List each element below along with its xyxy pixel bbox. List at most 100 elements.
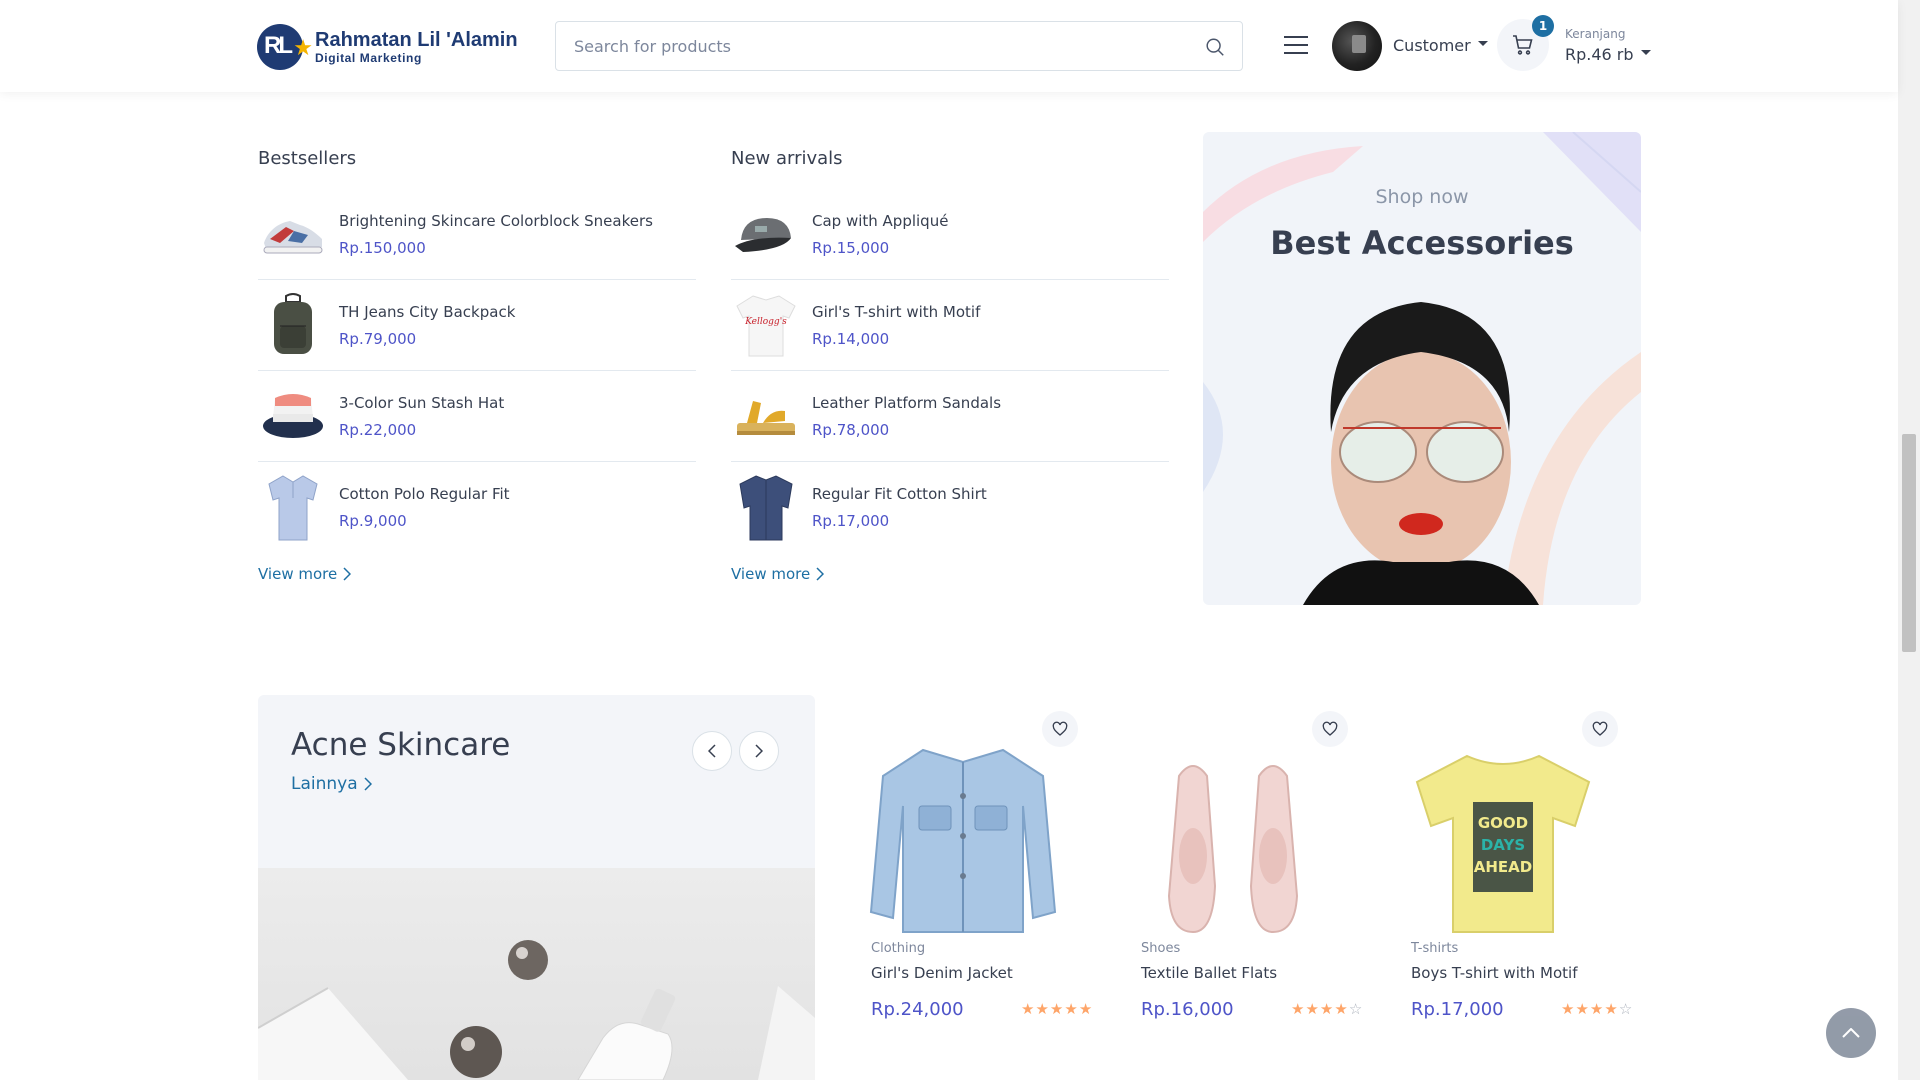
carousel-prev-button[interactable]: [692, 731, 732, 771]
heart-icon: [1322, 721, 1338, 736]
item-name[interactable]: Brightening Skincare Colorblock Sneakers: [339, 212, 653, 230]
svg-text:AHEAD: AHEAD: [1474, 858, 1532, 876]
star-icon: ★: [1561, 1000, 1576, 1018]
tshirt-thumbnail: Kellogg's: [731, 290, 801, 360]
category-title: Acne Skincare: [291, 727, 511, 763]
item-name[interactable]: TH Jeans City Backpack: [339, 303, 515, 321]
category-more-link[interactable]: Lainnya: [291, 774, 372, 794]
star-icon: ★: [1049, 1000, 1065, 1018]
item-price: Rp.78,000: [812, 420, 890, 439]
cart-count-badge: 1: [1532, 15, 1554, 37]
scrollbar-thumb[interactable]: [1902, 434, 1916, 652]
site-header: RL ★ Rahmatan Lil 'Alamin Digital Marketi…: [0, 0, 1898, 92]
cart-label: Keranjang: [1565, 27, 1626, 41]
list-item[interactable]: Cap with Appliqué Rp.15,000: [731, 189, 1169, 280]
promo-banner[interactable]: Shop now Best Accessories: [1203, 132, 1641, 605]
item-name[interactable]: Girl's T-shirt with Motif: [812, 303, 980, 321]
item-name[interactable]: Regular Fit Cotton Shirt: [812, 485, 987, 503]
user-menu-toggle[interactable]: Customer: [1393, 36, 1488, 55]
product-price: Rp.17,000: [1411, 999, 1504, 1020]
sneakers-thumbnail: [258, 199, 328, 269]
polo-shirt-thumbnail: [258, 473, 328, 543]
chevron-right-icon: [816, 567, 825, 581]
view-more-label: View more: [731, 565, 811, 583]
view-more-link[interactable]: View more: [731, 565, 1169, 583]
item-price: Rp.150,000: [339, 238, 426, 257]
promo-title: Best Accessories: [1270, 224, 1574, 262]
item-price: Rp.79,000: [339, 329, 417, 348]
chevron-right-icon: [343, 567, 352, 581]
item-name[interactable]: Leather Platform Sandals: [812, 394, 1001, 412]
list-item[interactable]: Regular Fit Cotton Shirt Rp.17,000: [731, 462, 1169, 553]
product-card[interactable]: GOOD DAYS AHEAD T-shirts Boys T-shirt with…: [1378, 708, 1632, 1020]
logo-mark-icon: RL ★: [257, 24, 313, 70]
carousel-next-button[interactable]: [739, 731, 779, 771]
item-price: Rp.22,000: [339, 420, 417, 439]
list-item[interactable]: Leather Platform Sandals Rp.78,000: [731, 371, 1169, 462]
product-category[interactable]: Shoes: [1141, 941, 1180, 956]
category-block: Acne Skincare Lainnya: [258, 695, 815, 1080]
star-icon: ★: [1305, 1000, 1320, 1018]
heart-icon: [1052, 721, 1068, 736]
product-category[interactable]: Clothing: [871, 941, 925, 956]
promo-subtitle: Shop now: [1375, 186, 1469, 208]
back-to-top-button[interactable]: [1826, 1008, 1876, 1058]
cart-icon: [1513, 35, 1533, 55]
cart-total-toggle[interactable]: Rp.46 rb: [1565, 45, 1651, 64]
star-icon: ★: [1078, 1000, 1094, 1018]
chevron-up-icon: [1842, 1028, 1860, 1038]
star-half-icon: ★: [1334, 1000, 1349, 1018]
star-icon: ★: [1319, 1000, 1335, 1018]
caret-down-icon: [1640, 50, 1651, 55]
product-price: Rp.16,000: [1141, 999, 1234, 1020]
hamburger-menu-icon[interactable]: [1283, 34, 1309, 56]
item-price: Rp.9,000: [339, 512, 407, 530]
user-avatar[interactable]: [1332, 21, 1382, 71]
product-rating: ★★★★☆: [1561, 1000, 1633, 1018]
product-category[interactable]: T-shirts: [1411, 941, 1458, 956]
list-item[interactable]: Cotton Polo Regular Fit Rp.9,000: [258, 462, 696, 553]
bestsellers-title: Bestsellers: [258, 148, 357, 169]
list-item[interactable]: Brightening Skincare Colorblock Sneakers…: [258, 189, 696, 280]
star-icon: ★: [1589, 1000, 1605, 1018]
list-item[interactable]: 3-Color Sun Stash Hat Rp.22,000: [258, 371, 696, 462]
wishlist-button[interactable]: [1312, 711, 1348, 747]
search-icon[interactable]: [1204, 36, 1226, 58]
item-name[interactable]: Cotton Polo Regular Fit: [339, 485, 510, 503]
item-price: Rp.14,000: [812, 329, 890, 348]
site-logo[interactable]: RL ★ Rahmatan Lil 'Alamin Digital Marketi…: [257, 24, 518, 70]
wishlist-button[interactable]: [1582, 711, 1618, 747]
svg-text:DAYS: DAYS: [1481, 836, 1525, 854]
wishlist-button[interactable]: [1042, 711, 1078, 747]
product-card[interactable]: Clothing Girl's Denim Jacket Rp.24,000 ★…: [838, 708, 1092, 1020]
star-empty-icon: ☆: [1618, 1000, 1634, 1018]
product-card[interactable]: Shoes Textile Ballet Flats Rp.16,000 ★★★…: [1108, 708, 1362, 1020]
search-input[interactable]: [556, 36, 1176, 56]
list-item[interactable]: Kellogg's Girl's T-shirt with Motif Rp.1…: [731, 280, 1169, 371]
chevron-left-icon: [708, 744, 716, 758]
product-name[interactable]: Textile Ballet Flats: [1141, 964, 1277, 982]
svg-text:Kellogg's: Kellogg's: [744, 317, 787, 327]
view-more-link[interactable]: View more: [258, 565, 696, 583]
category-more-label: Lainnya: [291, 774, 358, 794]
cap-thumbnail: [731, 199, 801, 269]
star-icon: ★: [1291, 1000, 1306, 1018]
chevron-right-icon: [755, 744, 763, 758]
item-price: Rp.17,000: [812, 512, 890, 530]
svg-text:GOOD: GOOD: [1478, 814, 1528, 832]
star-icon: ★: [1064, 1000, 1079, 1018]
item-price: Rp.15,000: [812, 238, 890, 257]
heart-icon: [1592, 721, 1608, 736]
backpack-thumbnail: [258, 290, 328, 360]
caret-down-icon: [1477, 41, 1488, 46]
item-name[interactable]: 3-Color Sun Stash Hat: [339, 394, 504, 412]
product-price: Rp.24,000: [871, 999, 964, 1020]
item-name[interactable]: Cap with Appliqué: [812, 212, 948, 230]
category-banner-image: [258, 868, 815, 1080]
list-item[interactable]: TH Jeans City Backpack Rp.79,000: [258, 280, 696, 371]
search-box: [555, 21, 1243, 71]
star-icon: ★: [1035, 1000, 1050, 1018]
star-empty-icon: ☆: [1348, 1000, 1364, 1018]
product-name[interactable]: Boys T-shirt with Motif: [1411, 964, 1577, 982]
product-name[interactable]: Girl's Denim Jacket: [871, 964, 1013, 982]
